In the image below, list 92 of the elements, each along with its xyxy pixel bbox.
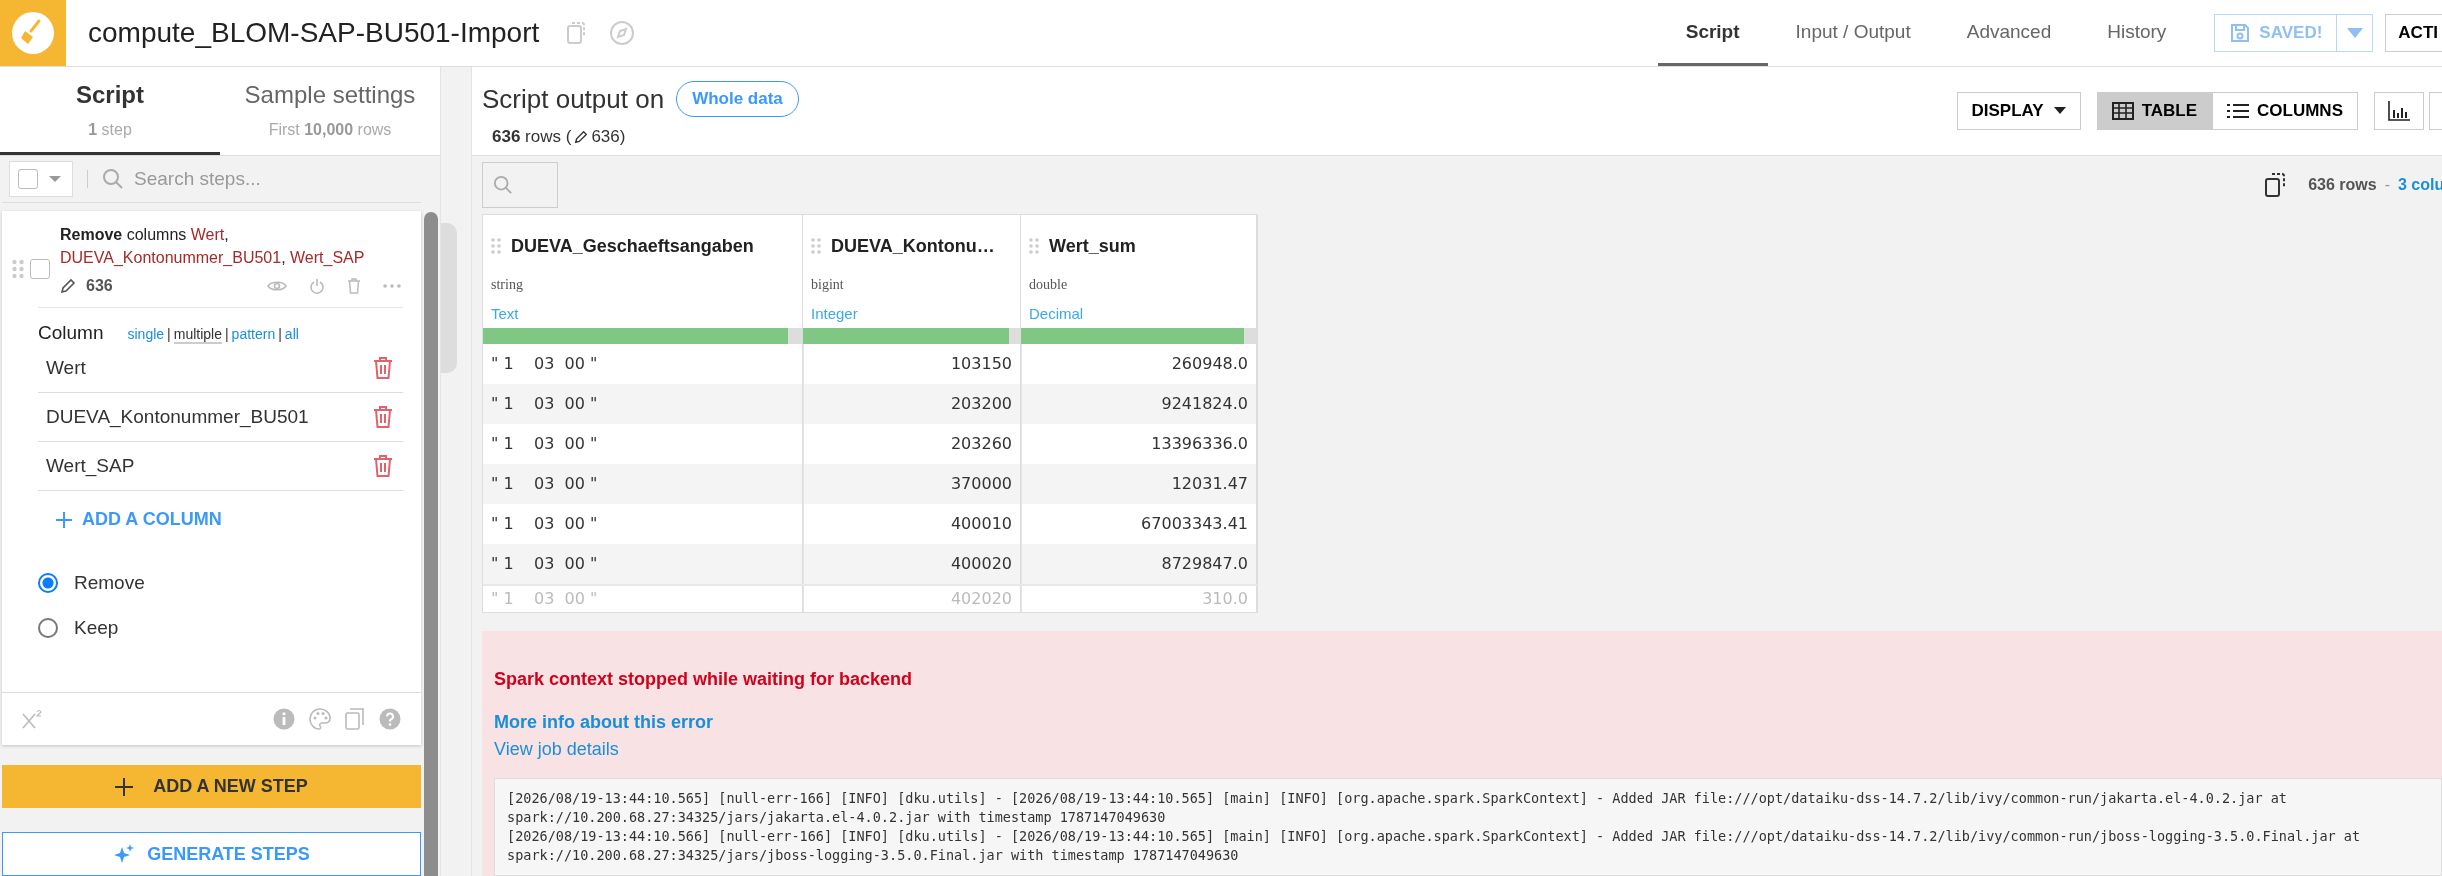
trash-icon[interactable] bbox=[373, 357, 393, 380]
separator-text: | bbox=[167, 326, 171, 345]
list-icon bbox=[2227, 103, 2250, 119]
search-icon bbox=[102, 168, 124, 191]
table-cell: 402020 bbox=[803, 586, 1021, 612]
chart-button[interactable] bbox=[2374, 92, 2424, 130]
generate-steps-button[interactable]: GENERATE STEPS bbox=[2, 832, 421, 876]
plus-icon bbox=[115, 777, 134, 796]
drag-handle-icon[interactable] bbox=[12, 259, 24, 280]
step-checkbox[interactable] bbox=[30, 259, 50, 280]
view-toggle[interactable]: TABLE bbox=[2096, 92, 2213, 130]
row-count-label: 636 rows ( bbox=[492, 127, 572, 147]
more-icon[interactable] bbox=[383, 284, 401, 289]
column-name: Wert_sum bbox=[1049, 235, 1136, 257]
row-count: 636 bbox=[86, 277, 113, 296]
column-header[interactable]: DUEVA_Kontonu… bigint Integer bbox=[803, 215, 1021, 344]
info-icon[interactable] bbox=[273, 708, 295, 731]
mode-link[interactable]: multiple bbox=[173, 326, 222, 345]
view-toggle[interactable]: COLUMNS bbox=[2212, 92, 2358, 130]
trash-icon[interactable] bbox=[373, 406, 393, 429]
error-message: Spark context stopped while waiting for backend bbox=[494, 669, 914, 690]
copy-icon[interactable] bbox=[565, 20, 588, 46]
add-step-button[interactable]: ADD A NEW STEP bbox=[2, 765, 421, 809]
drag-handle-icon bbox=[1029, 238, 1039, 254]
mode-link[interactable]: all bbox=[284, 326, 299, 345]
selection-icon[interactable] bbox=[2264, 172, 2287, 198]
pencil-icon bbox=[60, 278, 76, 295]
separator-text: - bbox=[2384, 176, 2390, 194]
field-label: Column bbox=[38, 322, 104, 345]
mode-link[interactable]: single bbox=[127, 326, 165, 345]
separator-text: | bbox=[224, 326, 229, 345]
recipe-title: compute_BLOM-SAP-BU501-Import bbox=[88, 17, 540, 49]
table-cell: " 1 03 00 " bbox=[483, 586, 803, 612]
scrollbar-thumb[interactable] bbox=[424, 212, 438, 876]
dropdown-button[interactable] bbox=[2337, 14, 2374, 52]
log-line: [2026/08/19-13:44:10.565] [null-err-166] [INFO] [dku.utils] - [2026/08/19-13:44:10.565] [main] [INFO] [org.apache.spark.SparkContext] - Added JAR file:///opt/dataiku-dss-14.7.2/lib/ivy/common-run/jakarta.el-4.0.2.jar at spark://10.200.68.27:34325/jars/jakarta.el-4.0.2.jar with timestamp 1787147049630 bbox=[507, 789, 2288, 827]
mode-link[interactable]: pattern bbox=[231, 326, 276, 345]
radio-button[interactable] bbox=[38, 572, 58, 593]
eye-icon[interactable] bbox=[267, 279, 287, 294]
plus-icon bbox=[56, 511, 72, 528]
separator-text: | bbox=[278, 326, 282, 345]
step-summary: Remove columns Wert, DUEVA_Kontonummer_BU501, Wert_SAP bbox=[60, 225, 366, 269]
output-title: Script output on bbox=[482, 83, 665, 115]
broom-icon bbox=[11, 11, 55, 55]
add-column-link[interactable]: ADD A COLUMN bbox=[56, 509, 222, 531]
caret-icon bbox=[48, 175, 62, 184]
toolbar-button[interactable] bbox=[2429, 92, 2442, 130]
trash-icon[interactable] bbox=[373, 455, 393, 478]
storage-type: bigint bbox=[810, 277, 845, 293]
pencil-icon bbox=[574, 130, 589, 144]
nav-tab[interactable]: History bbox=[2079, 0, 2195, 66]
drag-handle-icon bbox=[811, 238, 821, 254]
table-cell: 310.0 bbox=[1021, 586, 1257, 612]
radio-button[interactable] bbox=[38, 617, 58, 638]
panel-tab[interactable]: Sample settings First 10,000 rows bbox=[220, 67, 440, 155]
option-label: Keep bbox=[74, 616, 119, 639]
help-icon[interactable] bbox=[379, 708, 401, 731]
power-icon[interactable] bbox=[309, 278, 325, 295]
x-squared-icon[interactable] bbox=[22, 709, 44, 730]
option-label: Remove bbox=[74, 571, 145, 594]
table-search-field[interactable] bbox=[482, 162, 558, 208]
nav-tab[interactable]: Input / Output bbox=[1767, 0, 1939, 66]
caret-icon bbox=[2053, 107, 2066, 115]
storage-type: string bbox=[490, 277, 524, 293]
sample-scope-button[interactable]: Whole data bbox=[676, 81, 799, 117]
nav-tab[interactable]: Advanced bbox=[1938, 0, 2080, 66]
storage-type: double bbox=[1028, 277, 1069, 293]
edited-count: 636) bbox=[591, 127, 626, 147]
search-icon bbox=[493, 175, 513, 195]
table-icon bbox=[2111, 102, 2134, 120]
select-all-dropdown[interactable] bbox=[9, 161, 73, 198]
column-name: DUEVA_Kontonummer_BU501 bbox=[46, 406, 309, 429]
column-header[interactable]: DUEVA_Geschaeftsangaben string Text bbox=[483, 215, 803, 344]
grid-row-count: 636 rows bbox=[2308, 176, 2377, 194]
caret-icon bbox=[2345, 27, 2364, 39]
column-name: Wert_SAP bbox=[46, 455, 135, 478]
display-dropdown[interactable]: DISPLAY bbox=[1956, 92, 2081, 130]
copy-icon[interactable] bbox=[345, 708, 365, 731]
search-field[interactable]: Search steps... bbox=[132, 167, 336, 192]
panel-tab[interactable]: Script 1 step bbox=[0, 67, 220, 155]
log-line: [2026/08/19-13:44:10.566] [null-err-166] [INFO] [dku.utils] - [2026/08/19-13:44:10.565] [main] [INFO] [org.apache.spark.SparkContext] - Added JAR file:///opt/dataiku-dss-14.7.2/lib/ivy/common-run/jboss-logging-3.5.0.Final.jar at spark://10.200.68.27:34325/jars/jboss-logging-3.5.0.Final.jar with timestamp 1787147049630 bbox=[507, 827, 2362, 865]
column-name: DUEVA_Kontonu… bbox=[831, 235, 995, 257]
palette-icon[interactable] bbox=[309, 708, 331, 731]
drag-handle-icon bbox=[491, 238, 501, 254]
nav-tab[interactable]: Script bbox=[1657, 0, 1768, 66]
column-name: Wert bbox=[46, 357, 86, 380]
compass-icon[interactable] bbox=[609, 20, 636, 46]
bar-chart-icon bbox=[2388, 101, 2410, 121]
column-name: DUEVA_Geschaeftsangaben bbox=[511, 235, 754, 257]
column-header[interactable]: Wert_sum double Decimal bbox=[1021, 215, 1257, 344]
actions-button[interactable]: ACTI bbox=[2385, 14, 2442, 52]
trash-icon[interactable] bbox=[347, 278, 361, 295]
